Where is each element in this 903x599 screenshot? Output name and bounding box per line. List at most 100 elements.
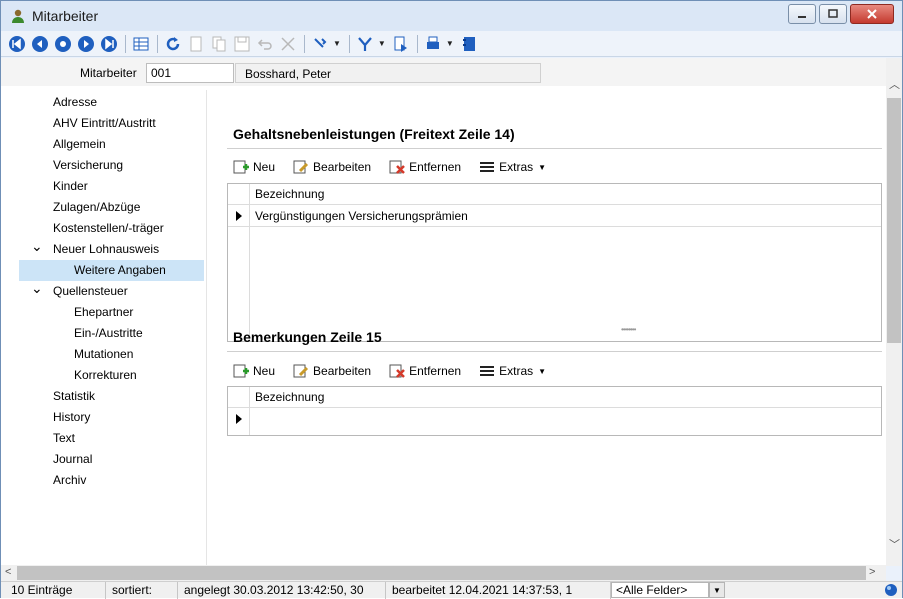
- field-filter-value: <Alle Felder>: [611, 582, 709, 598]
- close-button[interactable]: [850, 4, 894, 24]
- address-book-button[interactable]: [458, 33, 480, 55]
- table-row[interactable]: [228, 408, 881, 430]
- client-area: Mitarbeiter 001 Bosshard, Peter Adresse A…: [1, 58, 886, 566]
- stop-icon: [55, 35, 71, 52]
- export-button[interactable]: [390, 33, 412, 55]
- extras-dropdown-icon: ▼: [538, 366, 547, 376]
- benefits-button-row: Neu Bearbeiten Entfernen Extras ▼: [233, 159, 564, 175]
- sidebar-item[interactable]: Weitere Angaben: [19, 260, 204, 281]
- sidebar-item[interactable]: Ehepartner: [19, 302, 204, 323]
- last-icon: [101, 35, 117, 52]
- field-filter-select[interactable]: <Alle Felder> ▼: [611, 582, 725, 599]
- edited-info: bearbeitet 12.04.2021 14:37:53, 1: [386, 581, 611, 599]
- maximize-button[interactable]: [819, 4, 847, 24]
- refresh-button[interactable]: [162, 33, 184, 55]
- sidebar-item[interactable]: Archiv: [19, 470, 204, 491]
- sidebar-item[interactable]: Text: [19, 428, 204, 449]
- filter-button[interactable]: [354, 33, 376, 55]
- remarks-remove-button[interactable]: Entfernen: [389, 363, 461, 379]
- remove-record-icon: [389, 160, 405, 174]
- table-view-button[interactable]: [130, 33, 152, 55]
- vertical-scroll-thumb[interactable]: [887, 98, 901, 343]
- menu-icon: [480, 366, 495, 376]
- sidebar-item[interactable]: Versicherung: [19, 155, 204, 176]
- scroll-right-icon[interactable]: >: [869, 566, 875, 578]
- chevron-down-icon[interactable]: ▼: [709, 582, 725, 598]
- sidebar-item[interactable]: Journal: [19, 449, 204, 470]
- delete-button[interactable]: [277, 33, 299, 55]
- first-record-button[interactable]: [6, 33, 28, 55]
- tools-dropdown-icon[interactable]: ▼: [333, 39, 341, 48]
- remarks-extras-button[interactable]: Extras ▼: [479, 363, 546, 379]
- sidebar-item-label: Korrekturen: [74, 368, 137, 382]
- scroll-down-icon[interactable]: ﹀: [889, 536, 900, 552]
- sidebar-item[interactable]: Ein-/Austritte: [19, 323, 204, 344]
- created-info: angelegt 30.03.2012 13:42:50, 30: [178, 581, 386, 599]
- scroll-left-icon[interactable]: <: [5, 566, 11, 578]
- menu-icon: [480, 162, 495, 172]
- remarks-edit-button[interactable]: Bearbeiten: [293, 363, 371, 379]
- row-indicator-icon: [236, 211, 242, 221]
- prev-record-button[interactable]: [29, 33, 51, 55]
- sidebar-item[interactable]: History: [19, 407, 204, 428]
- benefits-grid: Bezeichnung Vergünstigungen Versicherung…: [227, 183, 882, 342]
- row-indicator-icon: [236, 414, 242, 424]
- stop-button[interactable]: [52, 33, 74, 55]
- new-record-button[interactable]: [185, 33, 207, 55]
- sidebar-item-label: Kostenstellen/-träger: [53, 221, 164, 235]
- prev-icon: [32, 35, 48, 52]
- benefits-remove-button[interactable]: Entfernen: [389, 159, 461, 175]
- sidebar-item[interactable]: Statistik: [19, 386, 204, 407]
- remarks-new-button[interactable]: Neu: [233, 363, 275, 379]
- book-icon: [462, 36, 475, 51]
- sidebar-item[interactable]: Zulagen/Abzüge: [19, 197, 204, 218]
- title-bar: Mitarbeiter: [1, 1, 902, 31]
- scroll-up-icon[interactable]: ︿: [889, 76, 900, 92]
- sidebar-item[interactable]: Allgemein: [19, 134, 204, 155]
- record-count: 10 Einträge: [1, 581, 106, 599]
- sidebar-item[interactable]: AHV Eintritt/Austritt: [19, 113, 204, 134]
- save-button[interactable]: [231, 33, 253, 55]
- copy-button[interactable]: [208, 33, 230, 55]
- expand-chevron-icon[interactable]: ⌄: [31, 278, 43, 298]
- benefits-new-button[interactable]: Neu: [233, 159, 275, 175]
- minimize-button[interactable]: [788, 4, 816, 24]
- first-icon: [9, 35, 25, 52]
- sidebar-item[interactable]: ⌄ Quellensteuer: [19, 278, 204, 302]
- splitter-handle[interactable]: ••••••••: [621, 325, 636, 334]
- sidebar-item-label: Allgemein: [53, 137, 106, 151]
- sidebar-item[interactable]: ⌄ Neuer Lohnausweis: [19, 236, 204, 260]
- undo-icon: [257, 38, 272, 50]
- save-icon: [234, 36, 250, 51]
- sidebar-item[interactable]: Kostenstellen/-träger: [19, 218, 204, 239]
- print-button[interactable]: [422, 33, 444, 55]
- horizontal-scroll-thumb[interactable]: [17, 566, 866, 580]
- column-header-bezeichnung[interactable]: Bezeichnung: [228, 387, 881, 408]
- sidebar-item[interactable]: Mutationen: [19, 344, 204, 365]
- sidebar-item-label: Ein-/Austritte: [74, 326, 143, 340]
- sidebar-item[interactable]: Korrekturen: [19, 365, 204, 386]
- column-header-bezeichnung[interactable]: Bezeichnung: [228, 184, 881, 205]
- employee-number-field[interactable]: 001: [146, 63, 234, 83]
- sidebar-item-label: Mutationen: [74, 347, 134, 361]
- last-record-button[interactable]: [98, 33, 120, 55]
- filter-dropdown-icon[interactable]: ▼: [378, 39, 386, 48]
- horizontal-scrollbar[interactable]: < >: [1, 565, 886, 581]
- sidebar-item[interactable]: Adresse: [19, 92, 204, 113]
- table-row[interactable]: Vergünstigungen Versicherungsprämien: [228, 205, 881, 227]
- benefits-edit-button[interactable]: Bearbeiten: [293, 159, 371, 175]
- print-dropdown-icon[interactable]: ▼: [446, 39, 454, 48]
- next-record-button[interactable]: [75, 33, 97, 55]
- vertical-scrollbar[interactable]: ︿ ﹀: [886, 58, 902, 566]
- expand-chevron-icon[interactable]: ⌄: [31, 236, 43, 256]
- sidebar-item[interactable]: Kinder: [19, 176, 204, 197]
- sidebar-item-label: Kinder: [53, 179, 88, 193]
- remarks-grid: Bezeichnung: [227, 386, 882, 436]
- globe-icon[interactable]: [884, 583, 898, 597]
- sidebar-item-label: Weitere Angaben: [74, 263, 166, 277]
- undo-button[interactable]: [254, 33, 276, 55]
- tools-button[interactable]: [309, 33, 331, 55]
- benefits-extras-button[interactable]: Extras ▼: [479, 159, 546, 175]
- sidebar-item-label: Quellensteuer: [53, 284, 128, 298]
- extras-dropdown-icon: ▼: [538, 162, 547, 172]
